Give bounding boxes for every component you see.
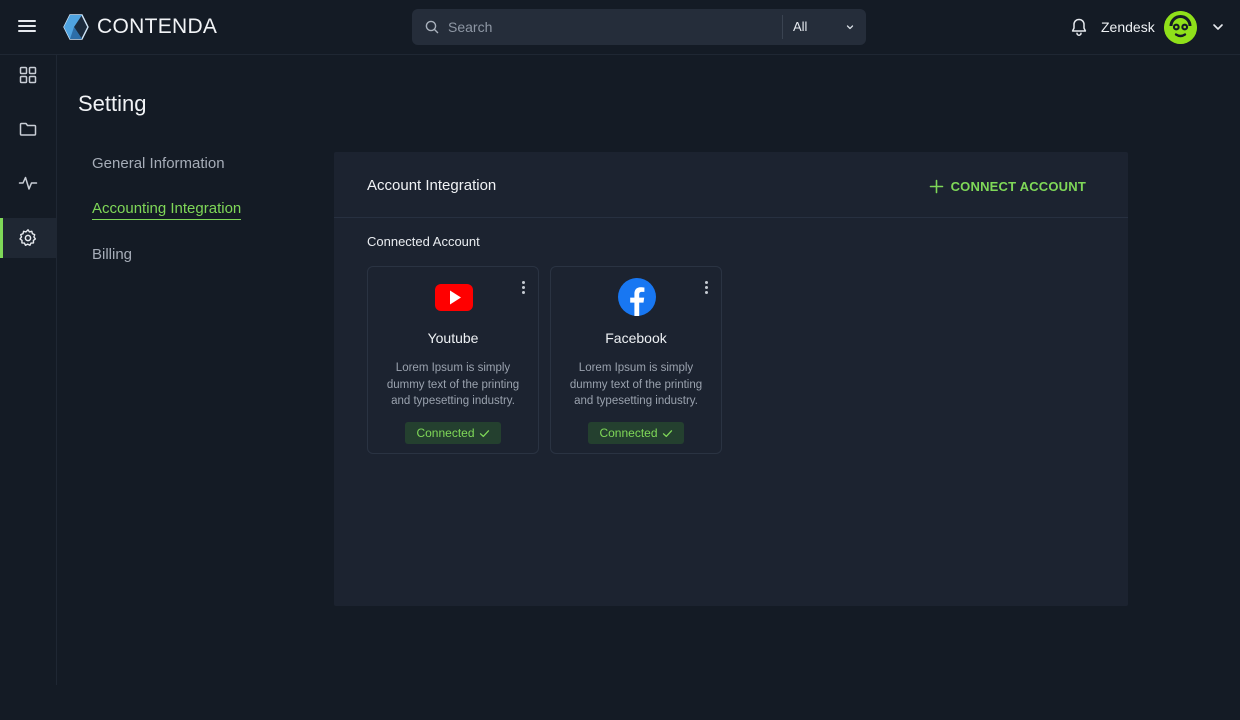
plus-icon xyxy=(929,179,943,193)
page-title: Setting xyxy=(78,91,147,116)
card-description: Lorem Ipsum is simply dummy text of the … xyxy=(569,362,703,407)
nav-general-information[interactable]: General Information xyxy=(92,155,225,172)
search-filter-select[interactable]: All xyxy=(782,9,866,45)
nav-billing[interactable]: Billing xyxy=(92,246,132,263)
connect-account-label: CONNECT ACCOUNT xyxy=(950,178,1086,194)
user-name[interactable]: Zendesk xyxy=(1101,19,1155,35)
search-input[interactable] xyxy=(448,9,778,45)
status-label: Connected xyxy=(599,426,658,440)
check-icon xyxy=(479,429,489,437)
youtube-icon xyxy=(435,284,473,311)
avatar-face-icon xyxy=(1164,11,1197,44)
integration-panel: Account Integration CONNECT ACCOUNT Conn… xyxy=(334,152,1128,606)
activity-icon xyxy=(18,176,38,190)
panel-header: Account Integration CONNECT ACCOUNT xyxy=(334,152,1128,218)
chevron-down-icon[interactable] xyxy=(1211,20,1225,34)
facebook-icon xyxy=(618,278,656,316)
card-description: Lorem Ipsum is simply dummy text of the … xyxy=(386,362,520,407)
rail-item-settings[interactable] xyxy=(0,218,57,258)
chevron-down-icon xyxy=(846,25,854,30)
brand-name: CONTENDA xyxy=(97,15,218,38)
check-icon xyxy=(662,429,672,437)
notification-bell-icon[interactable] xyxy=(1069,17,1089,37)
status-badge: Connected xyxy=(588,422,684,444)
menu-icon[interactable] xyxy=(18,17,38,37)
section-label: Connected Account xyxy=(367,234,480,249)
connect-account-button[interactable]: CONNECT ACCOUNT xyxy=(929,176,1086,196)
avatar[interactable] xyxy=(1164,11,1197,44)
rail-item-activity[interactable] xyxy=(0,163,57,203)
status-label: Connected xyxy=(416,426,475,440)
more-options-icon[interactable] xyxy=(518,279,528,297)
nav-accounting-integration[interactable]: Accounting Integration xyxy=(92,200,242,220)
status-badge: Connected xyxy=(405,422,501,444)
card-title: Youtube xyxy=(427,330,479,346)
rail-item-folders[interactable] xyxy=(0,109,57,149)
grid-icon xyxy=(19,66,37,84)
folder-icon xyxy=(19,122,37,136)
top-bar: CONTENDA All Zendesk xyxy=(0,0,1240,55)
gear-icon xyxy=(19,229,37,246)
more-options-icon[interactable] xyxy=(701,279,711,297)
search-filter-value: All xyxy=(793,19,808,34)
contenda-logo-icon xyxy=(63,14,89,40)
account-card-youtube[interactable]: Youtube Lorem Ipsum is simply dummy text… xyxy=(367,266,539,454)
panel-title: Account Integration xyxy=(367,177,497,194)
search-bar: All xyxy=(412,9,866,45)
search-icon xyxy=(425,20,439,34)
card-title: Facebook xyxy=(605,330,667,346)
rail-item-dashboard[interactable] xyxy=(0,55,57,95)
account-card-facebook[interactable]: Facebook Lorem Ipsum is simply dummy tex… xyxy=(550,266,722,454)
left-rail xyxy=(0,55,57,685)
